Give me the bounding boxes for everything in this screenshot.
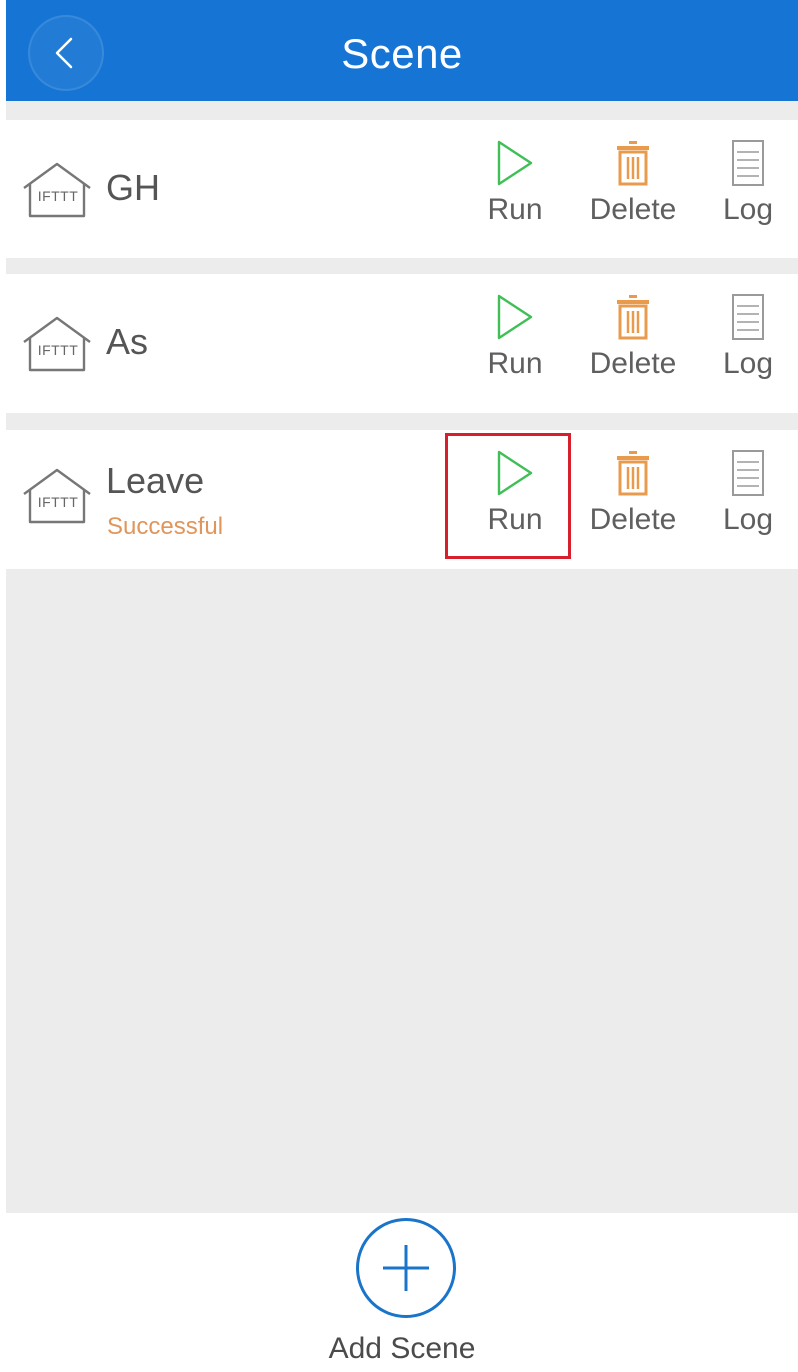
scene-name: GH [106, 167, 160, 208]
run-button[interactable]: Run [476, 274, 554, 413]
delete-label: Delete [589, 193, 677, 226]
trash-icon [611, 292, 655, 342]
ifttt-house-icon: IFTTT [20, 314, 94, 374]
log-button[interactable]: Log [706, 274, 790, 413]
trash-icon [611, 138, 655, 188]
scene-row-gh[interactable]: IFTTT GH Run Delete Log [6, 120, 798, 258]
log-label: Log [722, 193, 774, 226]
add-scene-button[interactable] [356, 1218, 456, 1318]
document-icon [726, 138, 770, 188]
status-text: Successful [107, 513, 224, 540]
bottom-bar: Add Scene [6, 1213, 798, 1372]
run-label: Run [487, 503, 543, 536]
top-app-bar: Scene [6, 0, 798, 101]
scene-row-leave[interactable]: IFTTT Leave Successful Run Delete Log [6, 430, 798, 569]
play-icon [493, 448, 537, 498]
document-icon [726, 292, 770, 342]
run-label: Run [487, 193, 543, 226]
log-label: Log [722, 503, 774, 536]
trash-icon [611, 448, 655, 498]
scene-list: IFTTT GH Run Delete Log IFTTT As Run Del… [6, 101, 798, 1213]
scene-name: As [106, 321, 149, 362]
log-button[interactable]: Log [706, 120, 790, 259]
document-icon [726, 448, 770, 498]
ifttt-house-icon: IFTTT [20, 466, 94, 526]
add-scene-label: Add Scene [328, 1332, 476, 1365]
run-button[interactable]: Run [476, 430, 554, 569]
run-label: Run [487, 347, 543, 380]
delete-label: Delete [589, 503, 677, 536]
scene-name: Leave [106, 460, 205, 501]
delete-button[interactable]: Delete [581, 274, 685, 413]
scene-row-as[interactable]: IFTTT As Run Delete Log [6, 274, 798, 413]
ifttt-label: IFTTT [37, 494, 79, 510]
delete-label: Delete [589, 347, 677, 380]
play-icon [493, 292, 537, 342]
ifttt-label: IFTTT [37, 188, 79, 204]
ifttt-house-icon: IFTTT [20, 160, 94, 220]
ifttt-label: IFTTT [37, 342, 79, 358]
delete-button[interactable]: Delete [581, 120, 685, 259]
log-button[interactable]: Log [706, 430, 790, 569]
run-button[interactable]: Run [476, 120, 554, 259]
delete-button[interactable]: Delete [581, 430, 685, 569]
log-label: Log [722, 347, 774, 380]
play-icon [493, 138, 537, 188]
page-title: Scene [341, 30, 463, 77]
plus-circle-icon [383, 1245, 429, 1291]
